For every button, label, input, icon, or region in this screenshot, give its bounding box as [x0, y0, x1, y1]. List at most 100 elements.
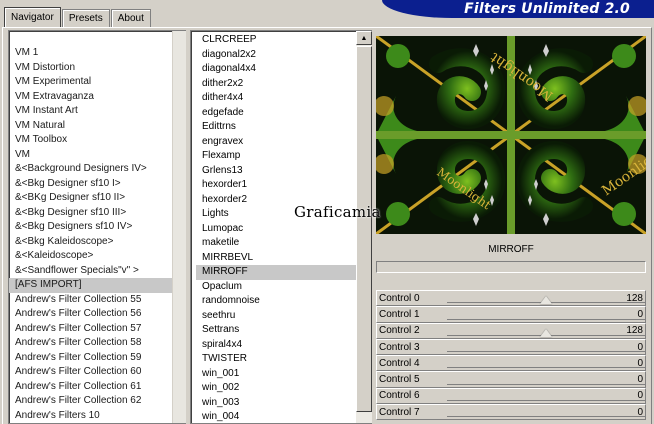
- filter-item[interactable]: dither4x4: [196, 91, 357, 106]
- filter-item[interactable]: Grlens13: [196, 164, 357, 179]
- control-track[interactable]: [447, 372, 645, 386]
- filter-item[interactable]: win_003: [196, 396, 357, 411]
- control-track[interactable]: [447, 340, 645, 354]
- category-item[interactable]: &<Bkg Kaleidoscope>: [9, 235, 185, 250]
- control-track[interactable]: [447, 291, 645, 305]
- control-label: Control 2: [379, 325, 420, 337]
- category-item[interactable]: Andrew's Filter Collection 57: [9, 322, 185, 337]
- control-slider-row[interactable]: Control 7 0: [376, 404, 646, 421]
- filter-item[interactable]: spiral4x4: [196, 338, 357, 353]
- category-item[interactable]: &<Bkg Designer sf10 III>: [9, 206, 185, 221]
- filter-item[interactable]: diagonal2x2: [196, 48, 357, 63]
- category-item[interactable]: Andrew's Filter Collection 62: [9, 394, 185, 409]
- filter-item[interactable]: edgefade: [196, 106, 357, 121]
- control-slider-row[interactable]: Control 2 128: [376, 322, 646, 339]
- tab-about[interactable]: About: [110, 9, 151, 27]
- control-value: 0: [637, 374, 643, 386]
- control-track[interactable]: [447, 356, 645, 370]
- filter-item[interactable]: Settrans: [196, 323, 357, 338]
- filter-item[interactable]: win_004: [196, 410, 357, 423]
- filter-item[interactable]: Edittrns: [196, 120, 357, 135]
- category-item[interactable]: VM Instant Art: [9, 104, 185, 119]
- control-value: 0: [637, 357, 643, 369]
- category-item[interactable]: Andrew's Filter Collection 60: [9, 365, 185, 380]
- filter-item[interactable]: dither2x2: [196, 77, 357, 92]
- category-item[interactable]: &<Kaleidoscope>: [9, 249, 185, 264]
- category-item[interactable]: VM 1: [9, 46, 185, 61]
- filter-item[interactable]: Opaclum: [196, 280, 357, 295]
- filter-scrollbar[interactable]: ▲: [356, 31, 372, 423]
- category-item[interactable]: VM Natural: [9, 119, 185, 134]
- track-line: [447, 318, 645, 320]
- filter-list[interactable]: CLRCREEP diagonal2x2 diagonal4x4 dither2x2 d…: [190, 30, 372, 424]
- category-item[interactable]: [AFS IMPORT]: [9, 278, 185, 293]
- filter-item[interactable]: CLRCREEP: [196, 33, 357, 48]
- scroll-up-arrow-icon[interactable]: ▲: [356, 31, 372, 45]
- filter-item[interactable]: MIRRBEVL: [196, 251, 357, 266]
- filter-item[interactable]: Flexamp: [196, 149, 357, 164]
- category-item[interactable]: Andrew's Filter Collection 55: [9, 293, 185, 308]
- control-track[interactable]: [447, 324, 645, 338]
- filter-item[interactable]: diagonal4x4: [196, 62, 357, 77]
- tab-strip: Navigator Presets About: [4, 7, 152, 27]
- control-label: Control 7: [379, 406, 420, 418]
- control-label: Control 1: [379, 308, 420, 320]
- control-slider-row[interactable]: Control 6 0: [376, 387, 646, 405]
- control-slider-row[interactable]: Control 3 0: [376, 338, 646, 356]
- category-item[interactable]: VM Experimental: [9, 75, 185, 90]
- control-value: 128: [626, 325, 643, 337]
- filter-item[interactable]: seethru: [196, 309, 357, 324]
- track-line: [447, 400, 645, 402]
- slider-thumb[interactable]: [540, 296, 552, 305]
- category-list[interactable]: VM 1 VM Distortion VM Experimental VM Extra…: [8, 30, 186, 424]
- category-scrollbar[interactable]: [172, 31, 186, 423]
- filter-item[interactable]: engravex: [196, 135, 357, 150]
- slider-thumb[interactable]: [540, 328, 552, 337]
- brand-title: Filters Unlimited 2.0: [464, 1, 630, 17]
- control-label: Control 3: [379, 341, 420, 353]
- control-track[interactable]: [447, 405, 645, 419]
- control-value: 0: [637, 308, 643, 320]
- current-filter-label: MIRROFF: [488, 244, 534, 255]
- category-item[interactable]: Andrew's Filter Collection 58: [9, 336, 185, 351]
- filter-item[interactable]: maketile: [196, 236, 357, 251]
- category-item[interactable]: Andrew's Filters 10: [9, 409, 185, 424]
- track-line: [447, 351, 645, 353]
- control-track[interactable]: [447, 307, 645, 321]
- category-item[interactable]: Andrew's Filter Collection 61: [9, 380, 185, 395]
- filter-item[interactable]: win_002: [196, 381, 357, 396]
- control-slider-row[interactable]: Control 1 0: [376, 306, 646, 323]
- category-item[interactable]: &<BKg Designer sf10 II>: [9, 191, 185, 206]
- category-item[interactable]: VM Toolbox: [9, 133, 185, 148]
- filter-item[interactable]: MIRROFF: [196, 265, 357, 280]
- control-value: 0: [637, 341, 643, 353]
- preview-image: Moonlight Moonlight Moonlight: [376, 36, 646, 234]
- category-item[interactable]: &<Bkg Designers sf10 IV>: [9, 220, 185, 235]
- filter-scroll-thumb[interactable]: [356, 46, 372, 412]
- category-item[interactable]: &<Background Designers IV>: [9, 162, 185, 177]
- filter-item[interactable]: Lumopac: [196, 222, 357, 237]
- track-line: [447, 416, 645, 418]
- category-item[interactable]: VM: [9, 148, 185, 163]
- category-item[interactable]: VM Distortion: [9, 61, 185, 76]
- moonlight-preview-art: Moonlight Moonlight Moonlight: [376, 36, 646, 234]
- tab-presets[interactable]: Presets: [61, 9, 110, 27]
- watermark-text: Graficamia: [294, 203, 381, 221]
- category-item[interactable]: Andrew's Filter Collection 56: [9, 307, 185, 322]
- progress-bar: [376, 261, 646, 273]
- filter-item[interactable]: hexorder1: [196, 178, 357, 193]
- category-item[interactable]: Andrew's Filter Collection 59: [9, 351, 185, 366]
- control-slider-row[interactable]: Control 0 128: [376, 290, 646, 307]
- filter-item[interactable]: TWISTER: [196, 352, 357, 367]
- control-track[interactable]: [447, 389, 645, 403]
- filter-item[interactable]: win_001: [196, 367, 357, 382]
- category-item[interactable]: &<Sandflower Specials"v" >: [9, 264, 185, 279]
- category-item[interactable]: VM Extravaganza: [9, 90, 185, 105]
- filter-item[interactable]: randomnoise: [196, 294, 357, 309]
- control-label: Control 4: [379, 357, 420, 369]
- control-label: Control 0: [379, 292, 420, 304]
- tab-navigator[interactable]: Navigator: [4, 7, 61, 27]
- control-slider-row[interactable]: Control 4 0: [376, 355, 646, 372]
- category-item[interactable]: &<Bkg Designer sf10 I>: [9, 177, 185, 192]
- control-slider-row[interactable]: Control 5 0: [376, 371, 646, 388]
